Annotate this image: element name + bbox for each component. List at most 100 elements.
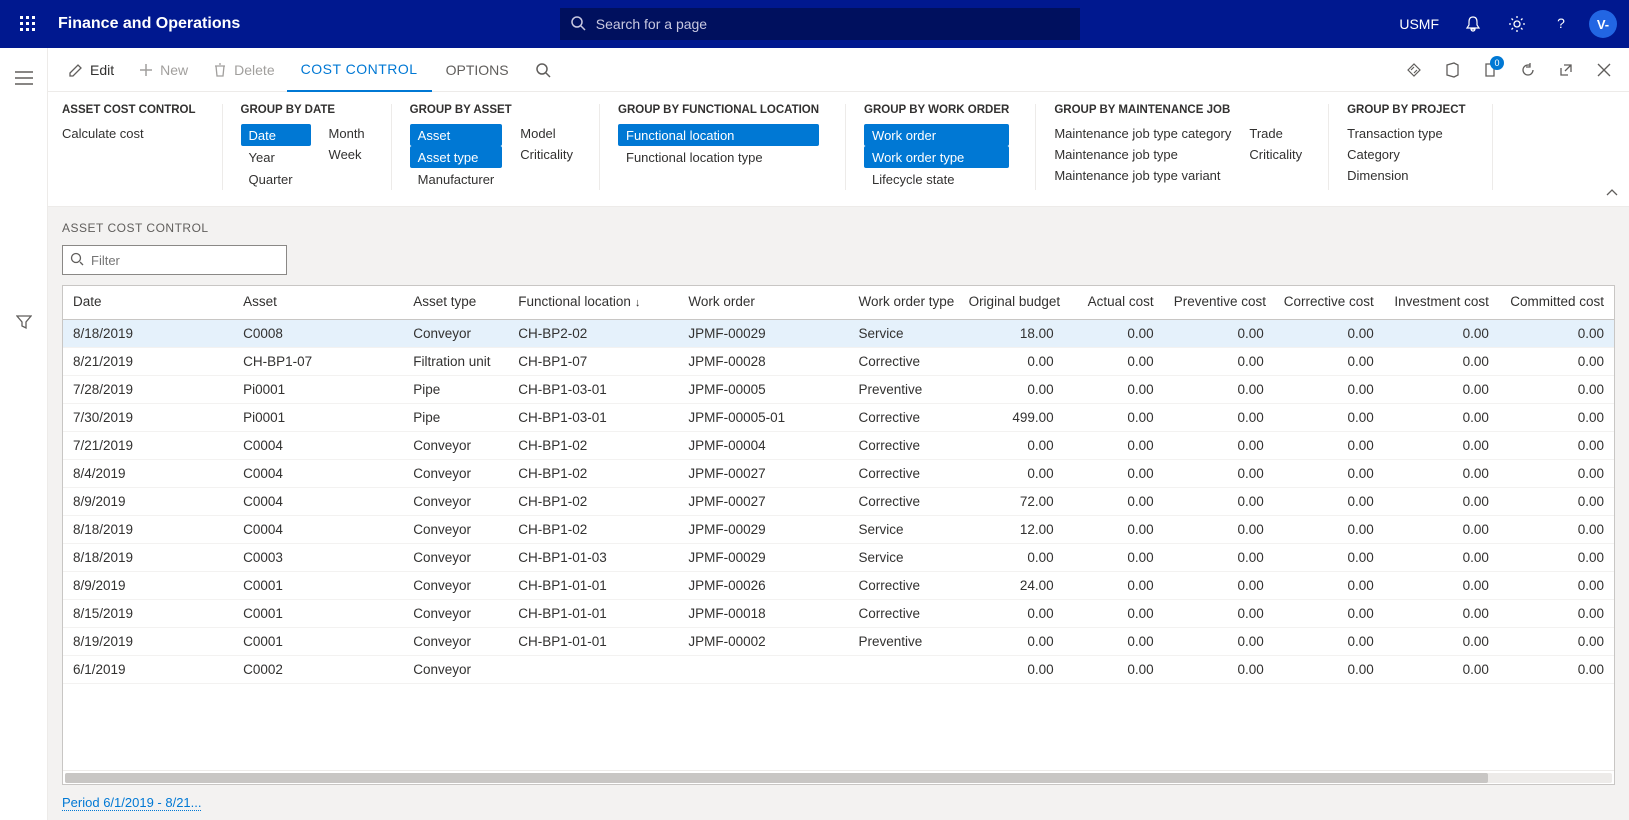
- cell-func_loc[interactable]: CH-BP1-01-01: [508, 628, 678, 656]
- popout-icon[interactable]: [1549, 53, 1583, 87]
- cell-preventive[interactable]: 0.00: [1164, 516, 1274, 544]
- horizontal-scrollbar[interactable]: [63, 770, 1614, 784]
- cell-preventive[interactable]: 0.00: [1164, 544, 1274, 572]
- action-search-icon[interactable]: [523, 62, 563, 78]
- group-category-link[interactable]: Category: [1347, 145, 1465, 164]
- cell-orig_budget[interactable]: 0.00: [959, 348, 1064, 376]
- cell-work_order[interactable]: JPMF-00027: [678, 460, 848, 488]
- cell-investment[interactable]: 0.00: [1384, 600, 1499, 628]
- cell-asset_type[interactable]: Conveyor: [403, 320, 508, 348]
- table-row[interactable]: 7/30/2019Pi0001PipeCH-BP1-03-01JPMF-0000…: [63, 404, 1614, 432]
- group-func-loc-type-button[interactable]: Functional location type: [618, 146, 819, 168]
- cell-committed[interactable]: 0.00: [1499, 656, 1614, 684]
- cell-corrective[interactable]: 0.00: [1274, 404, 1384, 432]
- cell-orig_budget[interactable]: 72.00: [959, 488, 1064, 516]
- cell-orig_budget[interactable]: 18.00: [959, 320, 1064, 348]
- table-row[interactable]: 8/18/2019C0004ConveyorCH-BP1-02JPMF-0002…: [63, 516, 1614, 544]
- cell-actual[interactable]: 0.00: [1064, 348, 1164, 376]
- cell-wo_type[interactable]: Service: [849, 320, 959, 348]
- cell-wo_type[interactable]: Corrective: [849, 460, 959, 488]
- cell-orig_budget[interactable]: 0.00: [959, 376, 1064, 404]
- cell-preventive[interactable]: 0.00: [1164, 572, 1274, 600]
- table-row[interactable]: 7/28/2019Pi0001PipeCH-BP1-03-01JPMF-0000…: [63, 376, 1614, 404]
- cell-preventive[interactable]: 0.00: [1164, 320, 1274, 348]
- cell-asset_type[interactable]: Conveyor: [403, 600, 508, 628]
- cell-date[interactable]: 8/18/2019: [63, 320, 233, 348]
- tab-cost-control[interactable]: COST CONTROL: [287, 48, 432, 92]
- cell-committed[interactable]: 0.00: [1499, 572, 1614, 600]
- gear-icon[interactable]: [1497, 0, 1537, 48]
- table-row[interactable]: 8/9/2019C0004ConveyorCH-BP1-02JPMF-00027…: [63, 488, 1614, 516]
- global-search-input[interactable]: [560, 8, 1080, 40]
- cell-actual[interactable]: 0.00: [1064, 488, 1164, 516]
- table-row[interactable]: 6/1/2019C0002Conveyor0.000.000.000.000.0…: [63, 656, 1614, 684]
- cell-date[interactable]: 8/4/2019: [63, 460, 233, 488]
- grid-filter-input[interactable]: [62, 245, 287, 275]
- cell-date[interactable]: 8/15/2019: [63, 600, 233, 628]
- cell-asset_type[interactable]: Conveyor: [403, 516, 508, 544]
- cell-actual[interactable]: 0.00: [1064, 600, 1164, 628]
- cell-work_order[interactable]: [678, 656, 848, 684]
- cell-asset_type[interactable]: Conveyor: [403, 572, 508, 600]
- cell-date[interactable]: 8/18/2019: [63, 516, 233, 544]
- group-job-criticality-link[interactable]: Criticality: [1249, 145, 1302, 164]
- group-wo-type-button[interactable]: Work order type: [864, 146, 1009, 168]
- cell-corrective[interactable]: 0.00: [1274, 432, 1384, 460]
- office-icon[interactable]: [1435, 53, 1469, 87]
- cell-committed[interactable]: 0.00: [1499, 404, 1614, 432]
- cell-func_loc[interactable]: CH-BP1-01-03: [508, 544, 678, 572]
- cell-corrective[interactable]: 0.00: [1274, 516, 1384, 544]
- cell-corrective[interactable]: 0.00: [1274, 572, 1384, 600]
- cell-work_order[interactable]: JPMF-00004: [678, 432, 848, 460]
- cell-committed[interactable]: 0.00: [1499, 376, 1614, 404]
- refresh-icon[interactable]: [1511, 53, 1545, 87]
- cell-corrective[interactable]: 0.00: [1274, 600, 1384, 628]
- cell-corrective[interactable]: 0.00: [1274, 460, 1384, 488]
- group-quarter-button[interactable]: Quarter: [241, 168, 311, 190]
- group-lifecycle-button[interactable]: Lifecycle state: [864, 168, 1009, 190]
- cell-preventive[interactable]: 0.00: [1164, 348, 1274, 376]
- col-actual[interactable]: Actual cost: [1064, 286, 1164, 320]
- cell-asset_type[interactable]: Conveyor: [403, 544, 508, 572]
- cell-work_order[interactable]: JPMF-00005-01: [678, 404, 848, 432]
- cell-wo_type[interactable]: Corrective: [849, 600, 959, 628]
- cell-func_loc[interactable]: CH-BP1-02: [508, 432, 678, 460]
- group-asset-button[interactable]: Asset: [410, 124, 503, 146]
- table-row[interactable]: 8/4/2019C0004ConveyorCH-BP1-02JPMF-00027…: [63, 460, 1614, 488]
- cell-investment[interactable]: 0.00: [1384, 348, 1499, 376]
- cell-date[interactable]: 8/21/2019: [63, 348, 233, 376]
- group-trade-link[interactable]: Trade: [1249, 124, 1302, 143]
- cell-date[interactable]: 8/9/2019: [63, 572, 233, 600]
- cell-date[interactable]: 7/30/2019: [63, 404, 233, 432]
- table-row[interactable]: 8/18/2019C0003ConveyorCH-BP1-01-03JPMF-0…: [63, 544, 1614, 572]
- cell-orig_budget[interactable]: 0.00: [959, 656, 1064, 684]
- cell-wo_type[interactable]: Preventive: [849, 628, 959, 656]
- group-job-variant-link[interactable]: Maintenance job type variant: [1054, 166, 1231, 185]
- cell-corrective[interactable]: 0.00: [1274, 320, 1384, 348]
- cell-preventive[interactable]: 0.00: [1164, 628, 1274, 656]
- cell-asset_type[interactable]: Conveyor: [403, 628, 508, 656]
- cell-date[interactable]: 7/28/2019: [63, 376, 233, 404]
- cell-actual[interactable]: 0.00: [1064, 460, 1164, 488]
- cell-investment[interactable]: 0.00: [1384, 544, 1499, 572]
- cell-wo_type[interactable]: Corrective: [849, 348, 959, 376]
- app-launcher-icon[interactable]: [12, 8, 44, 40]
- cell-func_loc[interactable]: [508, 656, 678, 684]
- cell-work_order[interactable]: JPMF-00027: [678, 488, 848, 516]
- cell-func_loc[interactable]: CH-BP1-01-01: [508, 572, 678, 600]
- cell-orig_budget[interactable]: 499.00: [959, 404, 1064, 432]
- cell-asset[interactable]: C0003: [233, 544, 403, 572]
- cell-corrective[interactable]: 0.00: [1274, 376, 1384, 404]
- calculate-cost-link[interactable]: Calculate cost: [62, 124, 196, 143]
- cell-corrective[interactable]: 0.00: [1274, 656, 1384, 684]
- cell-orig_budget[interactable]: 0.00: [959, 544, 1064, 572]
- cell-committed[interactable]: 0.00: [1499, 348, 1614, 376]
- table-row[interactable]: 8/19/2019C0001ConveyorCH-BP1-01-01JPMF-0…: [63, 628, 1614, 656]
- cell-asset_type[interactable]: Conveyor: [403, 432, 508, 460]
- cell-committed[interactable]: 0.00: [1499, 516, 1614, 544]
- cell-preventive[interactable]: 0.00: [1164, 404, 1274, 432]
- cell-actual[interactable]: 0.00: [1064, 432, 1164, 460]
- cell-corrective[interactable]: 0.00: [1274, 544, 1384, 572]
- cell-wo_type[interactable]: Service: [849, 544, 959, 572]
- group-year-button[interactable]: Year: [241, 146, 311, 168]
